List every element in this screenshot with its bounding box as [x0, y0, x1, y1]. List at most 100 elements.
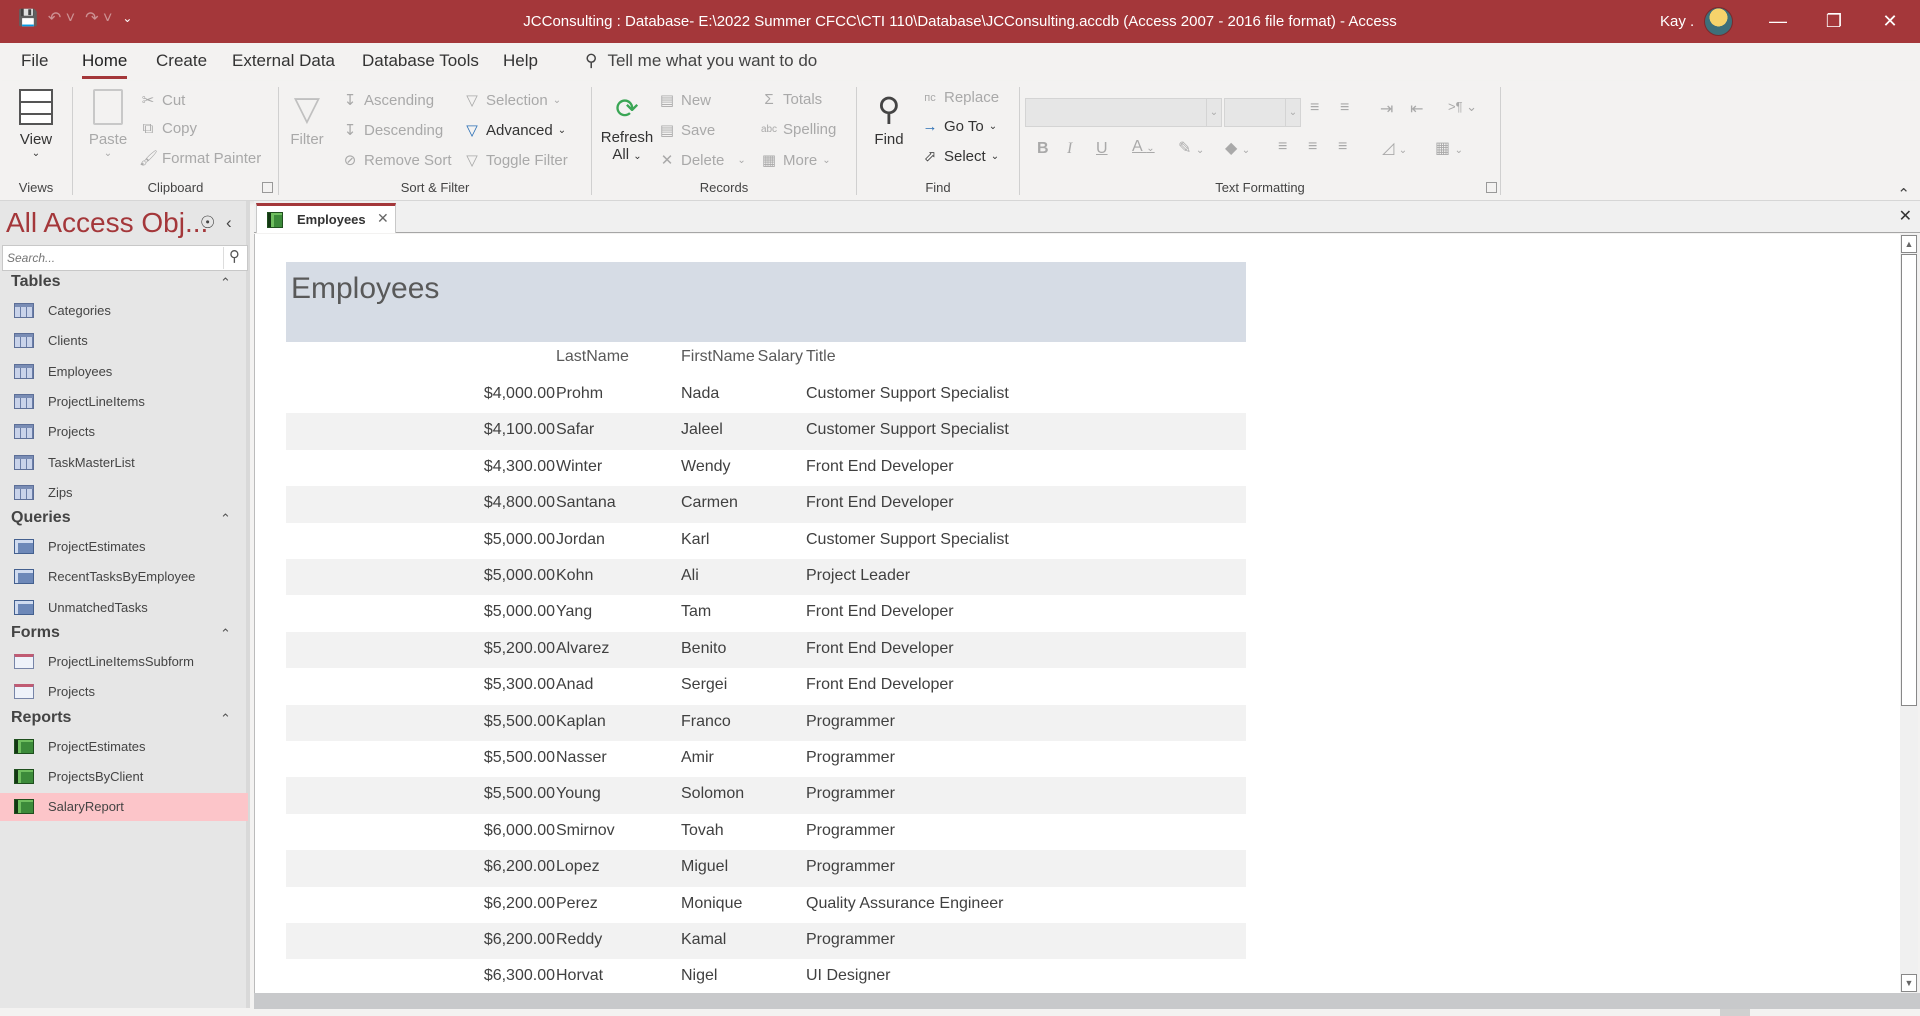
tab-database-tools[interactable]: Database Tools — [362, 51, 479, 71]
nav-item[interactable]: Zips — [0, 479, 248, 507]
nav-pane-title[interactable]: All Access Obj... — [6, 207, 208, 239]
scroll-down-icon[interactable]: ▼ — [1901, 974, 1917, 992]
report-view-icon[interactable] — [1720, 1009, 1750, 1016]
italic-button[interactable]: I — [1067, 140, 1072, 158]
descending-button[interactable]: ↧ Descending — [341, 121, 444, 140]
alternate-row-color-icon[interactable]: ▦ ⌄ — [1435, 138, 1463, 158]
spelling-button[interactable]: abc Spelling — [760, 121, 836, 138]
scrollbar-thumb[interactable] — [1901, 254, 1917, 706]
restore-button[interactable]: ❐ — [1806, 0, 1862, 43]
view-button[interactable]: View ⌄ — [14, 89, 58, 159]
nav-item[interactable]: Projects — [0, 678, 248, 706]
paste-button[interactable]: Paste ⌄ — [83, 89, 133, 159]
font-color-icon[interactable]: A ⌄ — [1132, 138, 1155, 156]
chevron-down-icon[interactable]: ⌄ — [1285, 99, 1300, 126]
nav-item[interactable]: ProjectLineItems — [0, 388, 248, 416]
nav-item[interactable]: Categories — [0, 297, 248, 325]
tab-file[interactable]: File — [21, 51, 48, 71]
nav-item[interactable]: RecentTasksByEmployee — [0, 563, 248, 591]
decrease-indent-icon[interactable]: ⇤ — [1410, 99, 1423, 119]
print-preview-icon[interactable] — [1776, 1009, 1806, 1016]
numbering-icon[interactable]: ≡ — [1340, 99, 1349, 117]
collapse-section-icon[interactable]: ⌃ — [220, 275, 231, 291]
clipboard-dialog-launcher-icon[interactable] — [262, 182, 273, 193]
user-name[interactable]: Kay . — [1660, 0, 1694, 43]
nav-section-tables[interactable]: Tables — [11, 273, 61, 291]
collapse-section-icon[interactable]: ⌃ — [220, 626, 231, 642]
bold-button[interactable]: B — [1037, 140, 1049, 158]
remove-sort-button[interactable]: ⊘ Remove Sort — [341, 151, 452, 170]
nav-item[interactable]: TaskMasterList — [0, 449, 248, 477]
tab-external-data[interactable]: External Data — [232, 51, 335, 71]
fill-color-icon[interactable]: ◆ ⌄ — [1225, 138, 1250, 158]
nav-item[interactable]: ProjectEstimates — [0, 733, 248, 761]
increase-indent-icon[interactable]: ⇥ — [1380, 99, 1393, 119]
close-document-icon[interactable]: ✕ — [1899, 206, 1912, 226]
align-right-icon[interactable]: ≡ — [1338, 138, 1347, 156]
nav-item[interactable]: UnmatchedTasks — [0, 594, 248, 622]
find-button[interactable]: ⚲ Find — [867, 89, 911, 148]
nav-search-input[interactable] — [3, 246, 223, 270]
selection-button[interactable]: ▽ Selection ⌄ — [463, 91, 561, 110]
nav-item[interactable]: SalaryReport — [0, 793, 248, 822]
nav-section-forms[interactable]: Forms — [11, 624, 60, 642]
underline-button[interactable]: U — [1096, 140, 1108, 158]
shutter-bar-close-icon[interactable]: ‹ — [226, 213, 232, 233]
horizontal-scrollbar[interactable] — [254, 993, 1920, 1009]
tab-home[interactable]: Home — [82, 51, 128, 79]
highlight-icon[interactable]: ✎ ⌄ — [1178, 138, 1204, 158]
layout-view-icon[interactable] — [1830, 1009, 1860, 1016]
cell-lastname: Jordan — [556, 530, 605, 548]
font-size-combo[interactable]: ⌄ — [1224, 98, 1301, 127]
copy-button[interactable]: ⧉ Copy — [139, 120, 197, 137]
align-left-icon[interactable]: ≡ — [1278, 138, 1287, 156]
nav-item[interactable]: Employees — [0, 358, 248, 386]
paragraph-direction-icon[interactable]: >¶ ⌄ — [1448, 99, 1477, 115]
nav-item[interactable]: ProjectEstimates — [0, 533, 248, 561]
nav-item[interactable]: ProjectLineItemsSubform — [0, 648, 248, 676]
close-tab-icon[interactable]: ✕ — [377, 210, 389, 227]
close-window-button[interactable]: ✕ — [1862, 0, 1918, 43]
cut-label: Cut — [162, 91, 186, 109]
minimize-button[interactable]: — — [1750, 0, 1806, 43]
nav-item[interactable]: ProjectsByClient — [0, 763, 248, 791]
user-avatar[interactable] — [1704, 7, 1733, 36]
ascending-button[interactable]: ↧ Ascending — [341, 91, 434, 110]
replace-button[interactable]: ᴨc Replace — [921, 89, 999, 106]
delete-record-button[interactable]: ✕ Delete ⌄ — [658, 151, 746, 170]
vertical-scrollbar[interactable]: ▲ ▼ — [1900, 234, 1918, 993]
collapse-section-icon[interactable]: ⌃ — [220, 711, 231, 727]
chevron-down-icon[interactable]: ⌄ — [1206, 99, 1221, 126]
save-record-button[interactable]: ▤ Save — [658, 121, 715, 140]
design-view-icon[interactable] — [1882, 1009, 1912, 1016]
tell-me-search[interactable]: ⚲ Tell me what you want to do — [585, 51, 817, 71]
new-record-button[interactable]: ▤ New — [658, 91, 711, 110]
format-painter-button[interactable]: 🖌 Format Painter — [139, 149, 261, 168]
tab-create[interactable]: Create — [156, 51, 207, 71]
nav-section-reports[interactable]: Reports — [11, 709, 71, 727]
align-center-icon[interactable]: ≡ — [1308, 138, 1317, 156]
nav-section-queries[interactable]: Queries — [11, 509, 71, 527]
advanced-button[interactable]: ▽ Advanced ⌄ — [463, 121, 566, 140]
bullets-icon[interactable]: ≡ — [1310, 99, 1319, 117]
collapse-section-icon[interactable]: ⌃ — [220, 511, 231, 527]
nav-menu-dropdown-icon[interactable]: ☉ — [200, 213, 215, 233]
toggle-filter-button[interactable]: ▽ Toggle Filter — [463, 151, 567, 170]
more-button[interactable]: ▦ More ⌄ — [760, 151, 831, 170]
select-button[interactable]: ⬀ Select ⌄ — [921, 147, 999, 166]
go-to-button[interactable]: → Go To ⌄ — [921, 118, 998, 135]
document-tab-employees[interactable]: Employees ✕ — [256, 203, 396, 233]
totals-button[interactable]: Σ Totals — [760, 91, 822, 108]
text-formatting-dialog-launcher-icon[interactable] — [1486, 182, 1497, 193]
nav-item[interactable]: Clients — [0, 327, 248, 355]
document-tab-label: Employees — [297, 212, 366, 227]
cut-button[interactable]: ✂ Cut — [139, 91, 186, 110]
font-name-combo[interactable]: ⌄ — [1025, 98, 1222, 127]
gridlines-icon[interactable]: ◿ ⌄ — [1382, 138, 1407, 158]
filter-button[interactable]: ▽ Filter — [285, 89, 329, 148]
search-icon[interactable]: ⚲ — [223, 247, 245, 269]
refresh-all-button[interactable]: ⟳ Refresh All ⌄ — [598, 89, 656, 163]
nav-item[interactable]: Projects — [0, 418, 248, 446]
scroll-up-icon[interactable]: ▲ — [1901, 235, 1917, 253]
tab-help[interactable]: Help — [503, 51, 538, 71]
